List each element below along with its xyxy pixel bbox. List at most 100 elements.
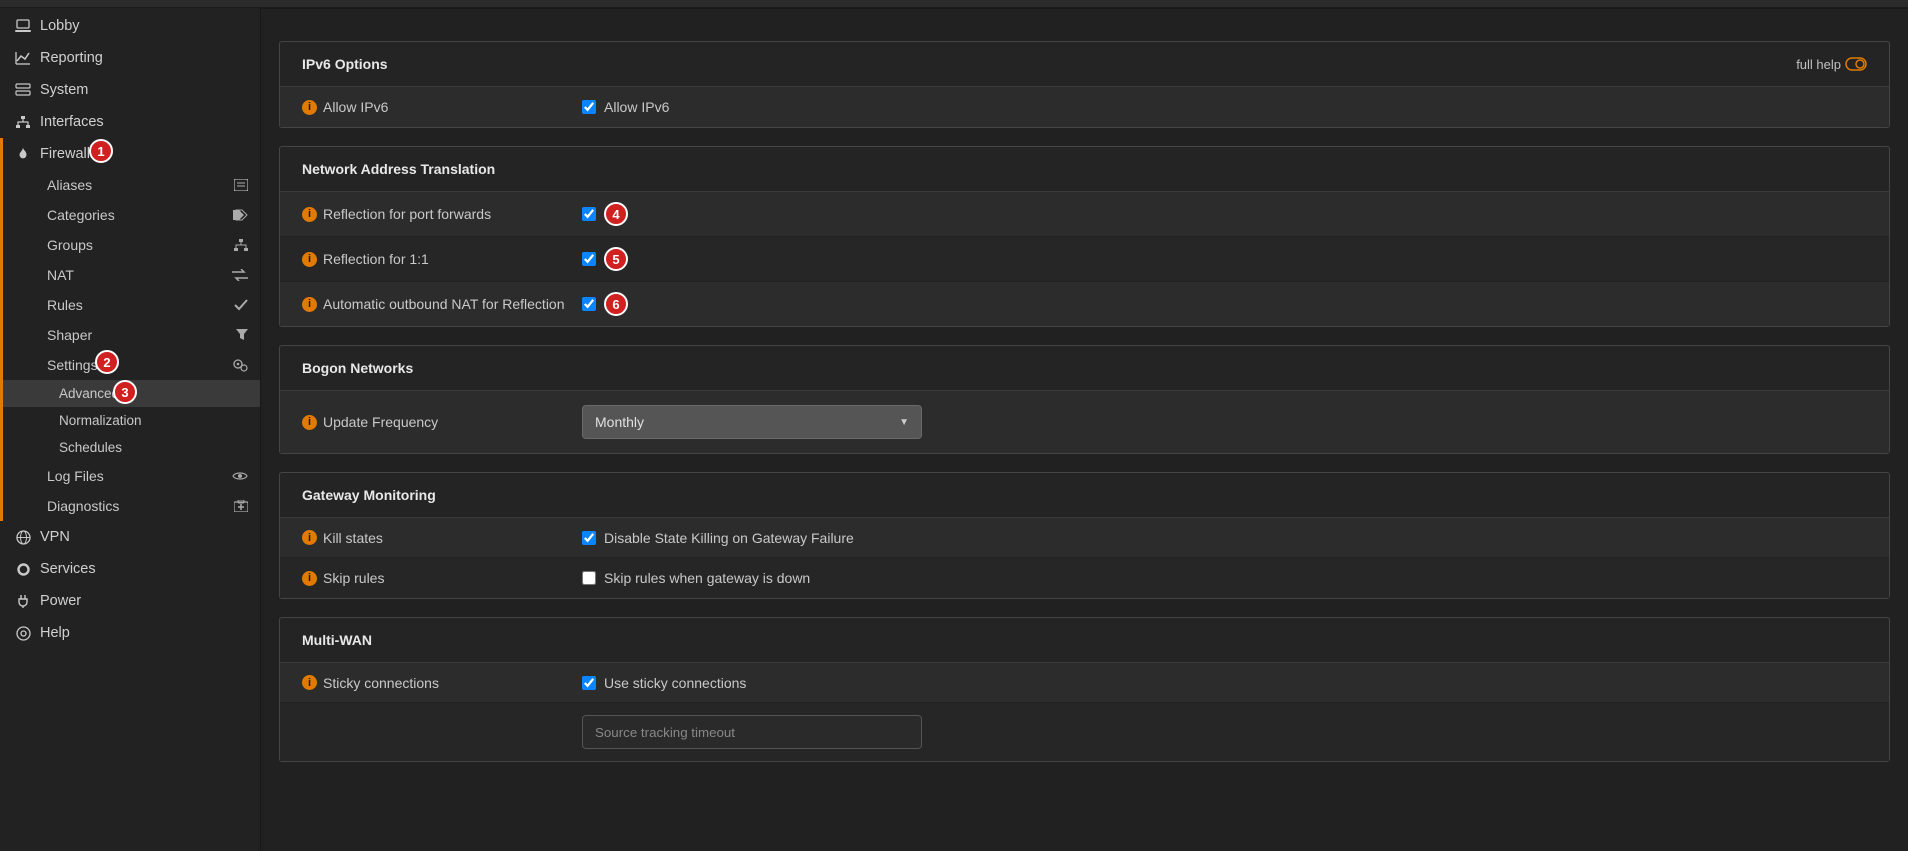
annotation-badge-3: 3 (113, 380, 137, 404)
checkbox-skip-rules[interactable] (582, 571, 596, 585)
card-icon (234, 179, 248, 191)
sidebar-label: VPN (40, 529, 70, 545)
sidebar-sub-nat[interactable]: NAT (0, 260, 260, 290)
annotation-badge-4: 4 (604, 202, 628, 226)
panel-bogon: Bogon Networks i Update Frequency Monthl… (279, 345, 1890, 454)
checkbox-reflection-portfwd[interactable] (582, 207, 596, 221)
checkbox-label: Disable State Killing on Gateway Failure (604, 530, 854, 546)
checkbox-allow-ipv6[interactable] (582, 100, 596, 114)
sidebar-subsub-normalization[interactable]: Normalization (0, 407, 260, 434)
server-icon (12, 83, 34, 97)
panel-title: Gateway Monitoring (302, 487, 436, 503)
sidebar-subsub-advanced[interactable]: Advanced 3 (0, 380, 260, 407)
sidebar-subsub-schedules[interactable]: Schedules (0, 434, 260, 461)
row-sticky: i Sticky connections Use sticky connecti… (280, 663, 1889, 703)
globe-icon (12, 530, 34, 545)
sidebar-sub-logfiles[interactable]: Log Files (0, 461, 260, 491)
row-label-text: Reflection for port forwards (323, 206, 491, 222)
sidebar-sub-shaper[interactable]: Shaper (0, 320, 260, 350)
sidebar-sub-categories[interactable]: Categories (0, 200, 260, 230)
tags-icon (232, 209, 248, 221)
sidebar-sub-settings[interactable]: Settings 2 (0, 350, 260, 380)
sidebar-subsub-label: Schedules (59, 440, 122, 455)
sidebar-label: Interfaces (40, 114, 104, 130)
sidebar-label: Reporting (40, 50, 103, 66)
annotation-badge-6: 6 (604, 292, 628, 316)
sidebar-subsub-label: Advanced (59, 386, 119, 401)
sidebar-item-lobby[interactable]: Lobby (0, 10, 260, 42)
checkbox-sticky[interactable] (582, 676, 596, 690)
sidebar-label: Lobby (40, 18, 80, 34)
sidebar-sub-diagnostics[interactable]: Diagnostics (0, 491, 260, 521)
sidebar-sub-label: Groups (47, 237, 93, 253)
panel-title: Multi-WAN (302, 632, 372, 648)
row-label-text: Reflection for 1:1 (323, 251, 429, 267)
annotation-badge-5: 5 (604, 247, 628, 271)
info-icon[interactable]: i (302, 297, 317, 312)
row-reflection-11: i Reflection for 1:1 5 (280, 237, 1889, 282)
check-icon (234, 299, 248, 311)
panel-header-gateway: Gateway Monitoring (280, 473, 1889, 518)
sidebar-sub-label: Settings (47, 357, 98, 373)
row-label-text: Automatic outbound NAT for Reflection (323, 296, 565, 312)
sitemap-icon (234, 239, 248, 251)
sidebar-label: System (40, 82, 88, 98)
info-icon[interactable]: i (302, 571, 317, 586)
info-icon[interactable]: i (302, 675, 317, 690)
panel-header-bogon: Bogon Networks (280, 346, 1889, 391)
panel-multiwan: Multi-WAN i Sticky connections Use stick… (279, 617, 1890, 762)
sidebar-label: Help (40, 625, 70, 641)
sidebar-item-interfaces[interactable]: Interfaces (0, 106, 260, 138)
lifering-icon (12, 626, 34, 641)
select-update-frequency[interactable]: Monthly ▼ (582, 405, 922, 439)
laptop-icon (12, 19, 34, 33)
panel-header-ipv6: IPv6 Options full help (280, 42, 1889, 87)
sidebar-label: Power (40, 593, 81, 609)
sidebar-sub-label: NAT (47, 267, 74, 283)
row-kill-states: i Kill states Disable State Killing on G… (280, 518, 1889, 558)
sidebar-sub-label: Categories (47, 207, 115, 223)
row-label-text: Skip rules (323, 570, 384, 586)
row-update-frequency: i Update Frequency Monthly ▼ (280, 391, 1889, 453)
sidebar-sub-label: Log Files (47, 468, 104, 484)
panel-header-multiwan: Multi-WAN (280, 618, 1889, 663)
sidebar-sub-groups[interactable]: Groups (0, 230, 260, 260)
checkbox-kill-states[interactable] (582, 531, 596, 545)
panel-gateway: Gateway Monitoring i Kill states Disable… (279, 472, 1890, 599)
panel-header-nat: Network Address Translation (280, 147, 1889, 192)
sidebar-item-help[interactable]: Help (0, 617, 260, 649)
chart-icon (12, 51, 34, 65)
info-icon[interactable]: i (302, 252, 317, 267)
sidebar-item-vpn[interactable]: VPN (0, 521, 260, 553)
sidebar-item-services[interactable]: Services (0, 553, 260, 585)
sidebar: Lobby Reporting System Interfaces Firewa… (0, 8, 260, 851)
sidebar-item-power[interactable]: Power (0, 585, 260, 617)
gear-icon (12, 562, 34, 577)
full-help-toggle[interactable]: full help (1796, 57, 1867, 72)
sidebar-sub-rules[interactable]: Rules (0, 290, 260, 320)
panel-title: Network Address Translation (302, 161, 495, 177)
chevron-down-icon: ▼ (899, 417, 909, 428)
checkbox-label: Use sticky connections (604, 675, 746, 691)
sidebar-item-firewall[interactable]: Firewall 1 (0, 138, 260, 170)
row-label-text: Kill states (323, 530, 383, 546)
info-icon[interactable]: i (302, 100, 317, 115)
checkbox-auto-outbound[interactable] (582, 297, 596, 311)
annotation-badge-1: 1 (89, 139, 113, 163)
row-reflection-portfwd: i Reflection for port forwards 4 (280, 192, 1889, 237)
sitemap-icon (12, 115, 34, 129)
sidebar-item-reporting[interactable]: Reporting (0, 42, 260, 74)
annotation-badge-2: 2 (95, 350, 119, 374)
checkbox-reflection-11[interactable] (582, 252, 596, 266)
sidebar-sub-aliases[interactable]: Aliases (0, 170, 260, 200)
sidebar-item-system[interactable]: System (0, 74, 260, 106)
sidebar-sub-label: Shaper (47, 327, 92, 343)
info-icon[interactable]: i (302, 415, 317, 430)
panel-title: IPv6 Options (302, 56, 388, 72)
panel-title: Bogon Networks (302, 360, 413, 376)
info-icon[interactable]: i (302, 530, 317, 545)
input-tracking-timeout[interactable] (582, 715, 922, 749)
row-label-text: Sticky connections (323, 675, 439, 691)
info-icon[interactable]: i (302, 207, 317, 222)
select-value: Monthly (595, 414, 644, 430)
